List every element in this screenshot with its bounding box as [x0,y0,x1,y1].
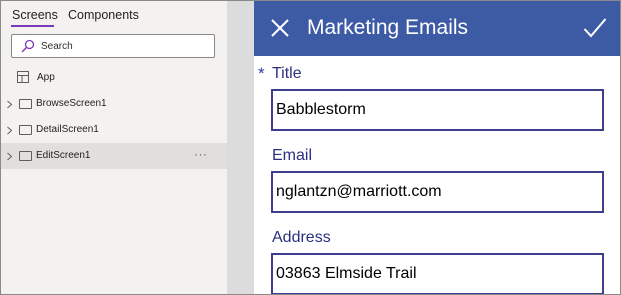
form-title: Marketing Emails [307,16,469,39]
app-icon [17,71,29,83]
address-label: Address [272,229,331,246]
email-label: Email [272,147,313,164]
required-indicator: * [258,64,265,83]
chevron-right-icon[interactable] [6,152,13,161]
email-field[interactable] [271,171,604,213]
panel-divider [227,1,254,294]
chevron-right-icon[interactable] [6,126,13,135]
tree-item-label: BrowseScreen1 [36,98,107,109]
more-options-icon[interactable]: ··· [194,147,208,161]
screen-icon [19,125,32,135]
tab-components[interactable]: Components [68,8,139,22]
form-header: Marketing Emails [254,1,620,56]
tree-item-label: App [37,72,55,83]
title-field[interactable] [271,89,604,131]
tree-item-label: DetailScreen1 [36,124,99,135]
tree-item-label: EditScreen1 [36,150,91,161]
title-label: Title [272,65,302,82]
screen-icon [19,99,32,109]
tree-item-app[interactable]: App [1,65,227,91]
tree-item-detailscreen1[interactable]: DetailScreen1 [1,117,227,143]
active-tab-indicator [11,25,54,27]
tab-screens[interactable]: Screens [12,8,58,22]
search-box[interactable] [11,34,215,58]
search-input[interactable] [41,38,209,54]
check-icon[interactable] [583,17,607,39]
tree-item-editscreen1[interactable]: EditScreen1 ··· [1,143,227,169]
close-icon[interactable] [270,18,290,38]
screen-icon [19,151,32,161]
edit-form-canvas: Marketing Emails * Title Email Address [254,1,620,294]
app-window: Screens Components App BrowseScr [0,0,621,295]
tree-tabs: Screens Components [1,1,227,31]
search-icon [21,39,35,53]
tree-view-panel: Screens Components App BrowseScr [1,1,227,294]
tree-item-browsescreen1[interactable]: BrowseScreen1 [1,91,227,117]
chevron-right-icon[interactable] [6,100,13,109]
address-field[interactable] [271,253,604,294]
